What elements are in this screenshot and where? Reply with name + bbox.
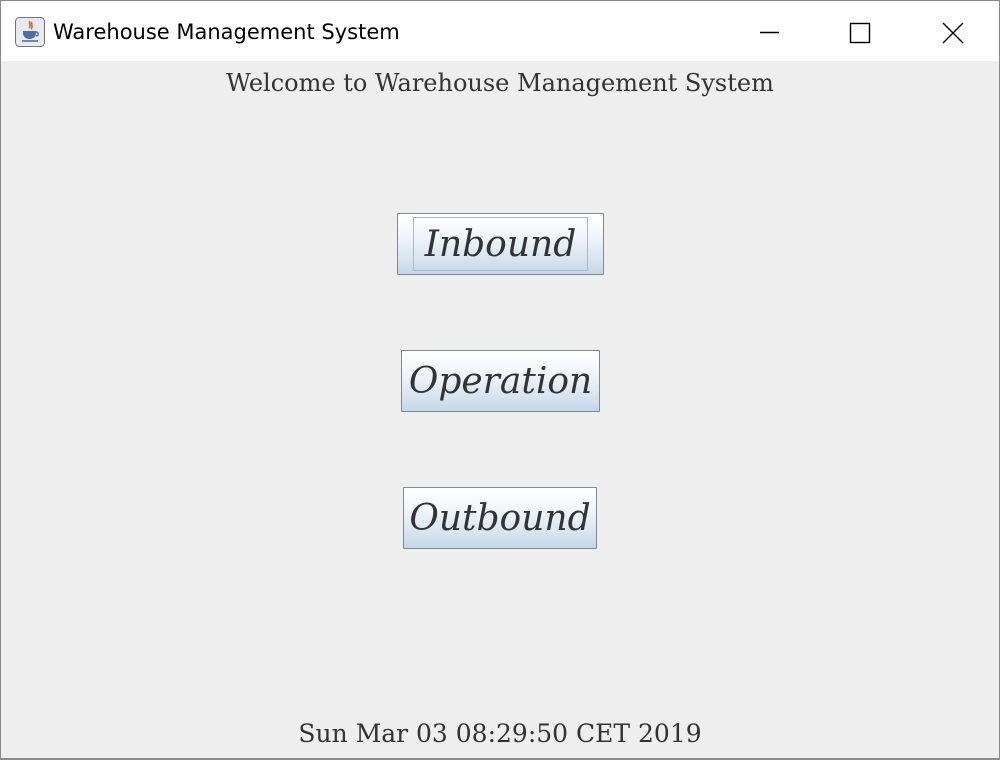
maximize-icon <box>849 22 871 44</box>
main-panel: Welcome to Warehouse Management System I… <box>1 61 999 758</box>
outbound-button[interactable]: Outbound <box>403 487 597 549</box>
java-coffee-cup-icon[interactable] <box>15 17 45 47</box>
app-window: Warehouse Management System Welcome to W… <box>0 0 1000 760</box>
minimize-icon <box>760 31 779 34</box>
outbound-button-label: Outbound <box>409 498 591 539</box>
inbound-button[interactable]: Inbound <box>397 213 604 275</box>
operation-button[interactable]: Operation <box>401 350 600 412</box>
close-button[interactable] <box>905 1 997 61</box>
maximize-button[interactable] <box>813 1 905 61</box>
operation-button-label: Operation <box>408 361 593 402</box>
close-icon <box>942 22 964 44</box>
window-title: Warehouse Management System <box>53 20 400 44</box>
inbound-button-label: Inbound <box>424 224 577 265</box>
minimize-button[interactable] <box>723 1 815 61</box>
title-bar[interactable]: Warehouse Management System <box>1 1 999 61</box>
welcome-label: Welcome to Warehouse Management System <box>226 69 774 97</box>
datetime-label: Sun Mar 03 08:29:50 CET 2019 <box>298 719 702 748</box>
